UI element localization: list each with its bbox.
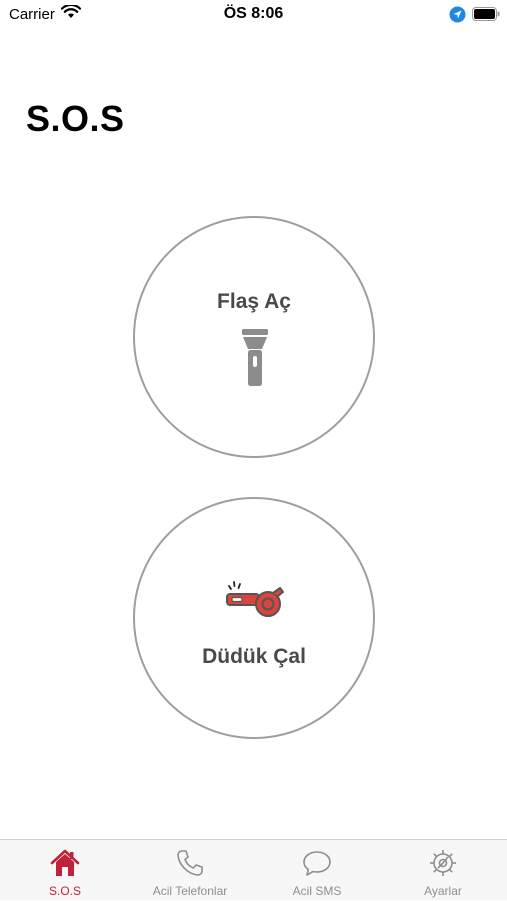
clock: ÖS 8:06 [223,5,284,22]
status-bar: Carrier ÖS 8:06 [0,0,507,28]
tab-sos[interactable]: S.O.S [2,840,128,901]
whistle-icon [223,580,285,623]
whistle-button[interactable]: Düdük Çal [133,497,375,739]
tab-bar: S.O.S Acil Telefonlar Acil SMS Ayarlar [0,839,507,900]
home-icon [50,848,80,878]
flash-on-button[interactable]: Flaş Aç [133,216,375,458]
tab-sos-label: S.O.S [48,884,81,898]
page-title: S.O.S [26,98,125,139]
location-icon [449,6,466,28]
whistle-label: Düdük Çal [202,645,306,668]
battery-icon [472,7,500,26]
flashlight-icon [241,329,269,392]
tab-settings[interactable]: Ayarlar [380,840,506,901]
tab-emergency-sms-label: Acil SMS [292,884,342,898]
phone-icon [175,848,205,878]
tab-emergency-phones[interactable]: Acil Telefonlar [127,840,253,901]
tab-emergency-phones-label: Acil Telefonlar [152,884,228,898]
tab-emergency-sms[interactable]: Acil SMS [254,840,380,901]
flash-on-label: Flaş Aç [217,290,291,313]
tab-settings-label: Ayarlar [424,884,462,898]
chat-bubble-icon [302,848,332,878]
gear-icon [428,848,458,878]
